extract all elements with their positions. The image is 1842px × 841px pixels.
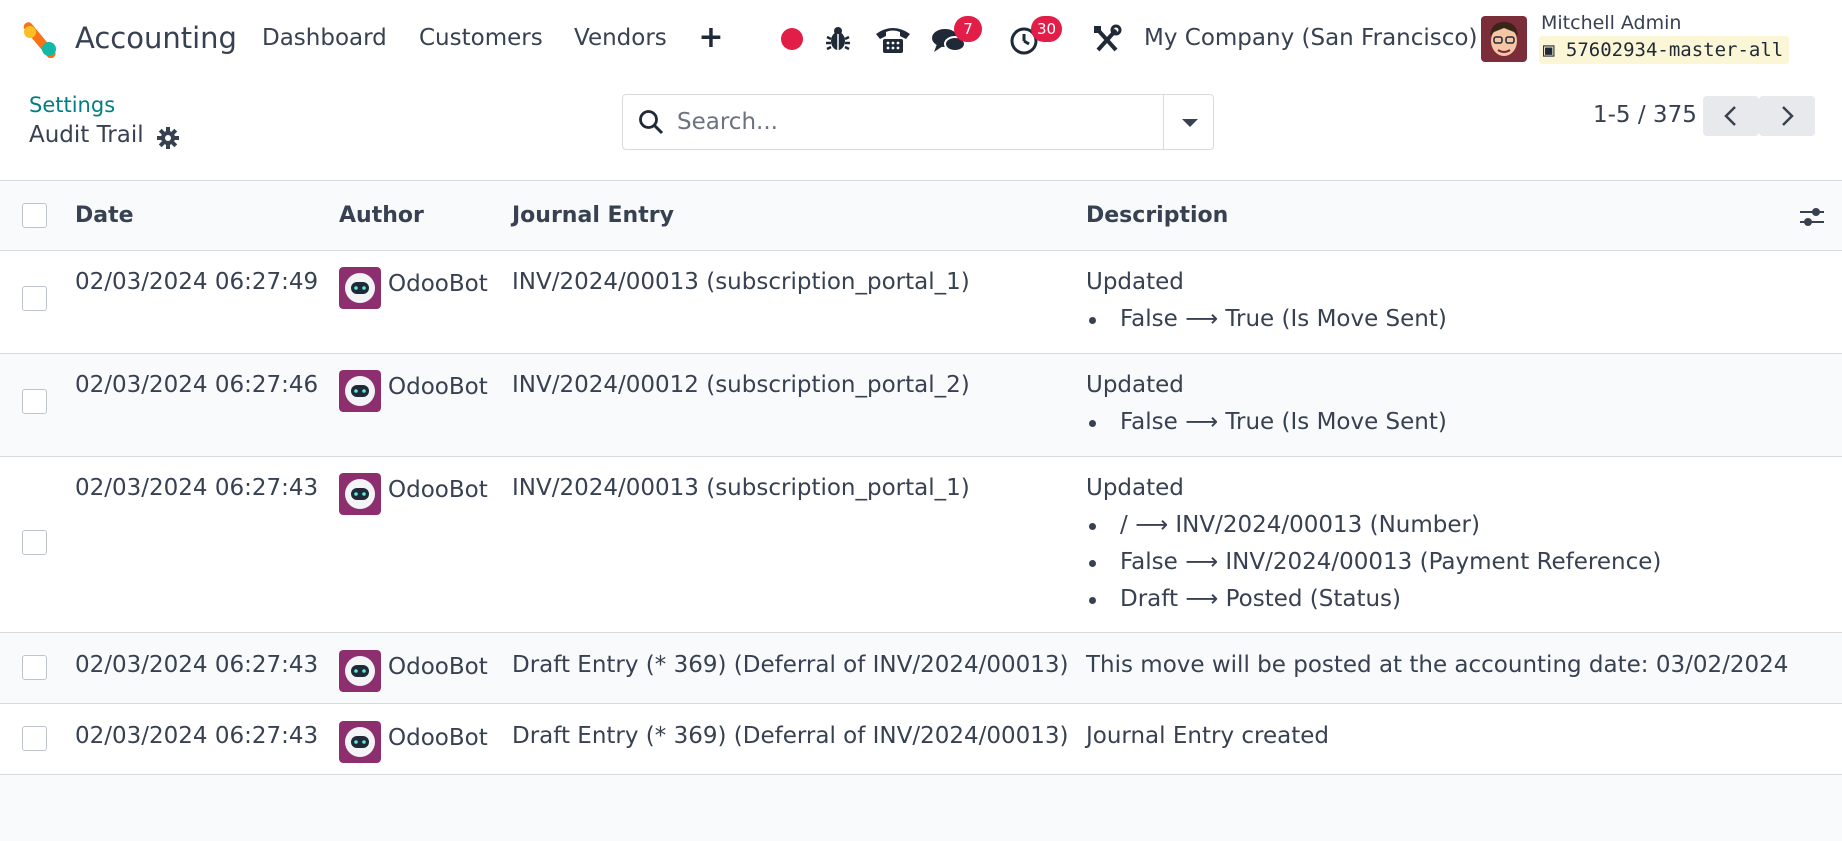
- database-badge: ▣ 57602934-master-all: [1539, 36, 1790, 64]
- control-panel: Settings Audit Trail 1-5 / 375: [0, 80, 1842, 181]
- bug-icon[interactable]: [819, 20, 857, 58]
- author-name: OdooBot: [388, 477, 488, 503]
- change-item: / ⟶ INV/2024/00013 (Number): [1086, 507, 1661, 544]
- audit-trail-list: Date Author Journal Entry Description 02…: [0, 182, 1842, 775]
- change-item: False ⟶ True (Is Move Sent): [1086, 404, 1447, 441]
- row-description: Updated / ⟶ INV/2024/00013 (Number) Fals…: [1086, 475, 1661, 618]
- breadcrumb-settings[interactable]: Settings: [29, 93, 115, 117]
- description-title: Updated: [1086, 372, 1184, 398]
- row-date: 02/03/2024 06:27:46: [75, 372, 319, 398]
- chevron-right-icon: [1782, 106, 1794, 126]
- phone-icon[interactable]: [872, 20, 914, 58]
- user-name[interactable]: Mitchell Admin: [1541, 12, 1681, 34]
- row-journal-entry[interactable]: INV/2024/00012 (subscription_portal_2): [512, 372, 970, 398]
- change-item: False ⟶ True (Is Move Sent): [1086, 301, 1447, 338]
- table-row[interactable]: 02/03/2024 06:27:49 OdooBot INV/2024/000…: [0, 251, 1842, 354]
- messages-badge: 7: [954, 16, 982, 42]
- row-checkbox[interactable]: [22, 726, 47, 751]
- change-list: False ⟶ True (Is Move Sent): [1086, 404, 1447, 441]
- optional-columns-icon[interactable]: [1798, 204, 1826, 230]
- user-avatar[interactable]: [1481, 16, 1527, 62]
- author-name: OdooBot: [388, 725, 488, 751]
- odoobot-avatar: [339, 370, 381, 412]
- database-name: 57602934-master-all: [1565, 39, 1784, 61]
- pager-next-button[interactable]: [1759, 96, 1815, 136]
- row-journal-entry[interactable]: INV/2024/00013 (subscription_portal_1): [512, 269, 970, 295]
- database-icon: ▣: [1543, 39, 1555, 61]
- menu-dashboard[interactable]: Dashboard: [262, 25, 387, 51]
- top-navbar: Accounting Dashboard Customers Vendors +…: [0, 0, 1842, 80]
- menu-vendors[interactable]: Vendors: [574, 25, 667, 51]
- menu-customers[interactable]: Customers: [419, 25, 543, 51]
- author-name: OdooBot: [388, 271, 488, 297]
- page-title: Audit Trail: [29, 122, 144, 148]
- odoobot-avatar: [339, 267, 381, 309]
- row-date: 02/03/2024 06:27:49: [75, 269, 319, 295]
- odoobot-avatar: [339, 650, 381, 692]
- pager-value[interactable]: 1-5 / 375: [1593, 102, 1697, 128]
- table-row[interactable]: 02/03/2024 06:27:43 OdooBot Draft Entry …: [0, 704, 1842, 775]
- table-row[interactable]: 02/03/2024 06:27:46 OdooBot INV/2024/000…: [0, 354, 1842, 457]
- column-journal-entry[interactable]: Journal Entry: [512, 203, 674, 228]
- odoobot-avatar: [339, 721, 381, 763]
- table-row[interactable]: 02/03/2024 06:27:43 OdooBot INV/2024/000…: [0, 457, 1842, 633]
- search-bar: [622, 94, 1214, 150]
- activities-badge: 30: [1031, 16, 1063, 42]
- caret-down-icon: [1182, 119, 1198, 127]
- search-input[interactable]: [677, 101, 1187, 143]
- chevron-left-icon: [1724, 106, 1736, 126]
- app-logo-icon[interactable]: [20, 22, 60, 58]
- record-icon[interactable]: [773, 20, 811, 58]
- app-name[interactable]: Accounting: [75, 21, 237, 55]
- description-title: Updated: [1086, 475, 1184, 501]
- change-list: False ⟶ True (Is Move Sent): [1086, 301, 1447, 338]
- search-options-toggle[interactable]: [1163, 94, 1214, 150]
- change-list: / ⟶ INV/2024/00013 (Number) False ⟶ INV/…: [1086, 507, 1661, 618]
- plus-icon[interactable]: +: [697, 22, 725, 54]
- row-journal-entry[interactable]: INV/2024/00013 (subscription_portal_1): [512, 475, 970, 501]
- row-description: Journal Entry created: [1086, 723, 1329, 749]
- odoobot-avatar: [339, 473, 381, 515]
- select-all-checkbox[interactable]: [22, 203, 47, 228]
- gear-icon[interactable]: [156, 126, 180, 150]
- column-description[interactable]: Description: [1086, 203, 1228, 228]
- row-journal-entry[interactable]: Draft Entry (* 369) (Deferral of INV/202…: [512, 652, 1069, 678]
- row-description: Updated False ⟶ True (Is Move Sent): [1086, 372, 1447, 441]
- row-date: 02/03/2024 06:27:43: [75, 652, 319, 678]
- tools-icon[interactable]: [1088, 20, 1126, 58]
- row-description: This move will be posted at the accounti…: [1086, 652, 1789, 678]
- table-header: Date Author Journal Entry Description: [0, 182, 1842, 251]
- table-row[interactable]: 02/03/2024 06:27:43 OdooBot Draft Entry …: [0, 633, 1842, 704]
- row-date: 02/03/2024 06:27:43: [75, 723, 319, 749]
- author-name: OdooBot: [388, 374, 488, 400]
- author-name: OdooBot: [388, 654, 488, 680]
- row-journal-entry[interactable]: Draft Entry (* 369) (Deferral of INV/202…: [512, 723, 1069, 749]
- description-title: Updated: [1086, 269, 1184, 295]
- row-checkbox[interactable]: [22, 389, 47, 414]
- search-icon: [639, 110, 664, 135]
- column-date[interactable]: Date: [75, 203, 134, 228]
- company-switcher[interactable]: My Company (San Francisco): [1144, 25, 1477, 51]
- change-item: False ⟶ INV/2024/00013 (Payment Referenc…: [1086, 544, 1661, 581]
- column-author[interactable]: Author: [339, 203, 424, 228]
- row-checkbox[interactable]: [22, 286, 47, 311]
- row-checkbox[interactable]: [22, 530, 47, 555]
- change-item: Draft ⟶ Posted (Status): [1086, 581, 1661, 618]
- row-date: 02/03/2024 06:27:43: [75, 475, 319, 501]
- row-checkbox[interactable]: [22, 655, 47, 680]
- pager-previous-button[interactable]: [1703, 96, 1759, 136]
- row-description: Updated False ⟶ True (Is Move Sent): [1086, 269, 1447, 338]
